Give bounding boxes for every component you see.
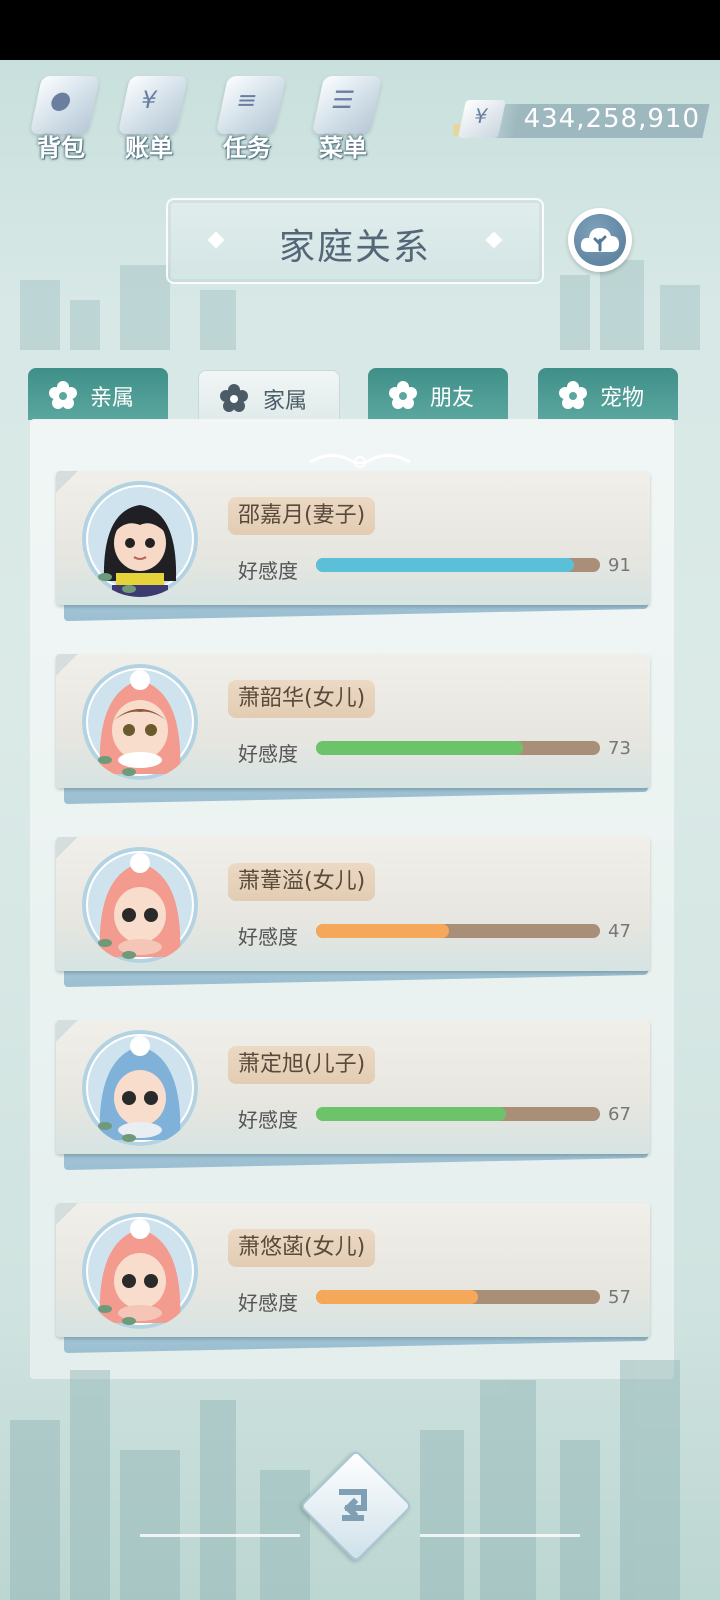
flower-icon	[220, 384, 248, 412]
family-member-card[interactable]: 萧葦溢(女儿) 好感度 47	[56, 837, 652, 988]
page-title-box: 家庭关系	[166, 198, 544, 284]
favor-bar	[316, 558, 600, 572]
member-name: 萧定旭(儿子)	[228, 1046, 376, 1084]
tab-family-label: 家属	[263, 389, 308, 414]
family-member-card[interactable]: 邵嘉月(妻子) 好感度 91	[56, 471, 652, 622]
member-name: 萧葦溢(女儿)	[228, 863, 376, 901]
scroll-ornament-icon	[309, 454, 411, 468]
tab-friends[interactable]: 朋友	[368, 368, 508, 420]
favor-bar	[316, 924, 600, 938]
pink-hood-avatar	[82, 664, 198, 780]
favor-value: 47	[608, 921, 631, 942]
cloud-tree-icon	[580, 228, 619, 252]
favor-value: 73	[608, 738, 631, 759]
bill-button[interactable]: ¥ 账单	[108, 72, 190, 162]
menu-label: 菜单	[319, 134, 367, 162]
favor-bar-fill	[316, 741, 524, 755]
tab-relatives-label: 亲属	[90, 386, 135, 411]
decoration-line-left	[140, 1534, 300, 1537]
family-member-card[interactable]: 萧定旭(儿子) 好感度 67	[56, 1020, 652, 1171]
favor-bar-fill	[316, 924, 450, 938]
currency-value: 434,258,910	[523, 104, 700, 134]
pink-hood-avatar	[82, 1213, 198, 1329]
status-bar	[0, 0, 720, 60]
back-arrow-icon	[339, 1489, 367, 1521]
decoration-line-right	[420, 1534, 580, 1537]
favor-bar	[316, 1290, 600, 1304]
tab-pets[interactable]: 宠物	[538, 368, 678, 420]
favor-value: 57	[608, 1287, 631, 1308]
favor-label: 好感度	[238, 1291, 298, 1315]
blue-hood-avatar	[82, 1030, 198, 1146]
tab-family[interactable]: 家属	[198, 370, 340, 424]
favor-bar	[316, 741, 600, 755]
task-button[interactable]: ≡ 任务	[206, 72, 288, 162]
favor-label: 好感度	[238, 1108, 298, 1132]
favor-bar-fill	[316, 1290, 478, 1304]
favor-value: 91	[608, 555, 631, 576]
bill-label: 账单	[125, 134, 173, 162]
menu-button[interactable]: ☰ 菜单	[302, 72, 384, 162]
page-title: 家庭关系	[278, 227, 431, 268]
backpack-button[interactable]: ● 背包	[20, 72, 102, 162]
pink-hood-avatar	[82, 847, 198, 963]
tab-pets-label: 宠物	[600, 386, 645, 411]
tab-friends-label: 朋友	[430, 386, 475, 411]
backpack-label: 背包	[37, 134, 85, 162]
favor-label: 好感度	[238, 559, 298, 583]
family-member-card[interactable]: 萧悠菡(女儿) 好感度 57	[56, 1203, 652, 1354]
member-name: 萧悠菡(女儿)	[228, 1229, 376, 1267]
task-label: 任务	[223, 134, 271, 162]
currency-icon: ¥	[457, 100, 507, 138]
tab-relatives[interactable]: 亲属	[28, 368, 168, 420]
flower-icon	[559, 381, 587, 409]
black-hair-avatar	[82, 481, 198, 597]
favor-value: 67	[608, 1104, 631, 1125]
flower-icon	[49, 381, 77, 409]
flower-icon	[389, 381, 417, 409]
favor-label: 好感度	[238, 742, 298, 766]
favor-bar	[316, 1107, 600, 1121]
favor-bar-fill	[316, 1107, 507, 1121]
favor-label: 好感度	[238, 925, 298, 949]
favor-bar-fill	[316, 558, 575, 572]
family-tree-button[interactable]	[568, 208, 632, 272]
member-name: 萧韶华(女儿)	[228, 680, 376, 718]
member-name: 邵嘉月(妻子)	[228, 497, 376, 535]
family-member-card[interactable]: 萧韶华(女儿) 好感度 73	[56, 654, 652, 805]
